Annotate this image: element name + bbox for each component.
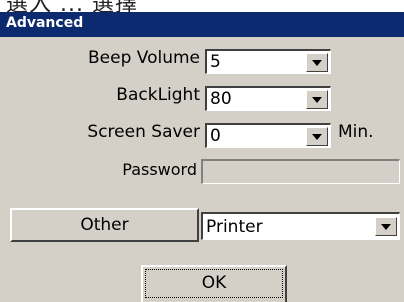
password-label: Password [122, 160, 197, 179]
password-field[interactable] [201, 159, 400, 184]
dropdown-arrow-icon[interactable] [306, 53, 328, 72]
ok-button[interactable]: OK [141, 265, 287, 302]
dropdown-arrow-icon[interactable] [375, 217, 397, 236]
top-cropped-strip: 選入 ... 選擇 [0, 0, 404, 12]
other-select-value: Printer [206, 217, 263, 237]
other-button[interactable]: Other [10, 208, 199, 242]
backlight-label: BackLight [116, 85, 200, 105]
other-select[interactable]: Printer [201, 212, 400, 240]
dropdown-arrow-icon[interactable] [306, 90, 328, 109]
advanced-dialog: Advanced Beep Volume 5 BackLight 80 Scre… [0, 12, 404, 302]
screen-saver-select[interactable]: 0 [205, 123, 331, 148]
backlight-value: 80 [210, 89, 232, 109]
screen-saver-value: 0 [210, 126, 221, 146]
dialog-titlebar: Advanced [0, 12, 404, 37]
top-cropped-text: 選入 ... 選擇 [6, 0, 138, 12]
beep-volume-select[interactable]: 5 [205, 49, 331, 74]
beep-volume-label: Beep Volume [87, 48, 200, 68]
beep-volume-value: 5 [210, 52, 221, 72]
screen-saver-unit: Min. [338, 122, 374, 142]
screen-saver-label: Screen Saver [87, 122, 200, 142]
backlight-select[interactable]: 80 [205, 86, 331, 111]
dialog-title: Advanced [6, 15, 84, 31]
dropdown-arrow-icon[interactable] [306, 127, 328, 146]
